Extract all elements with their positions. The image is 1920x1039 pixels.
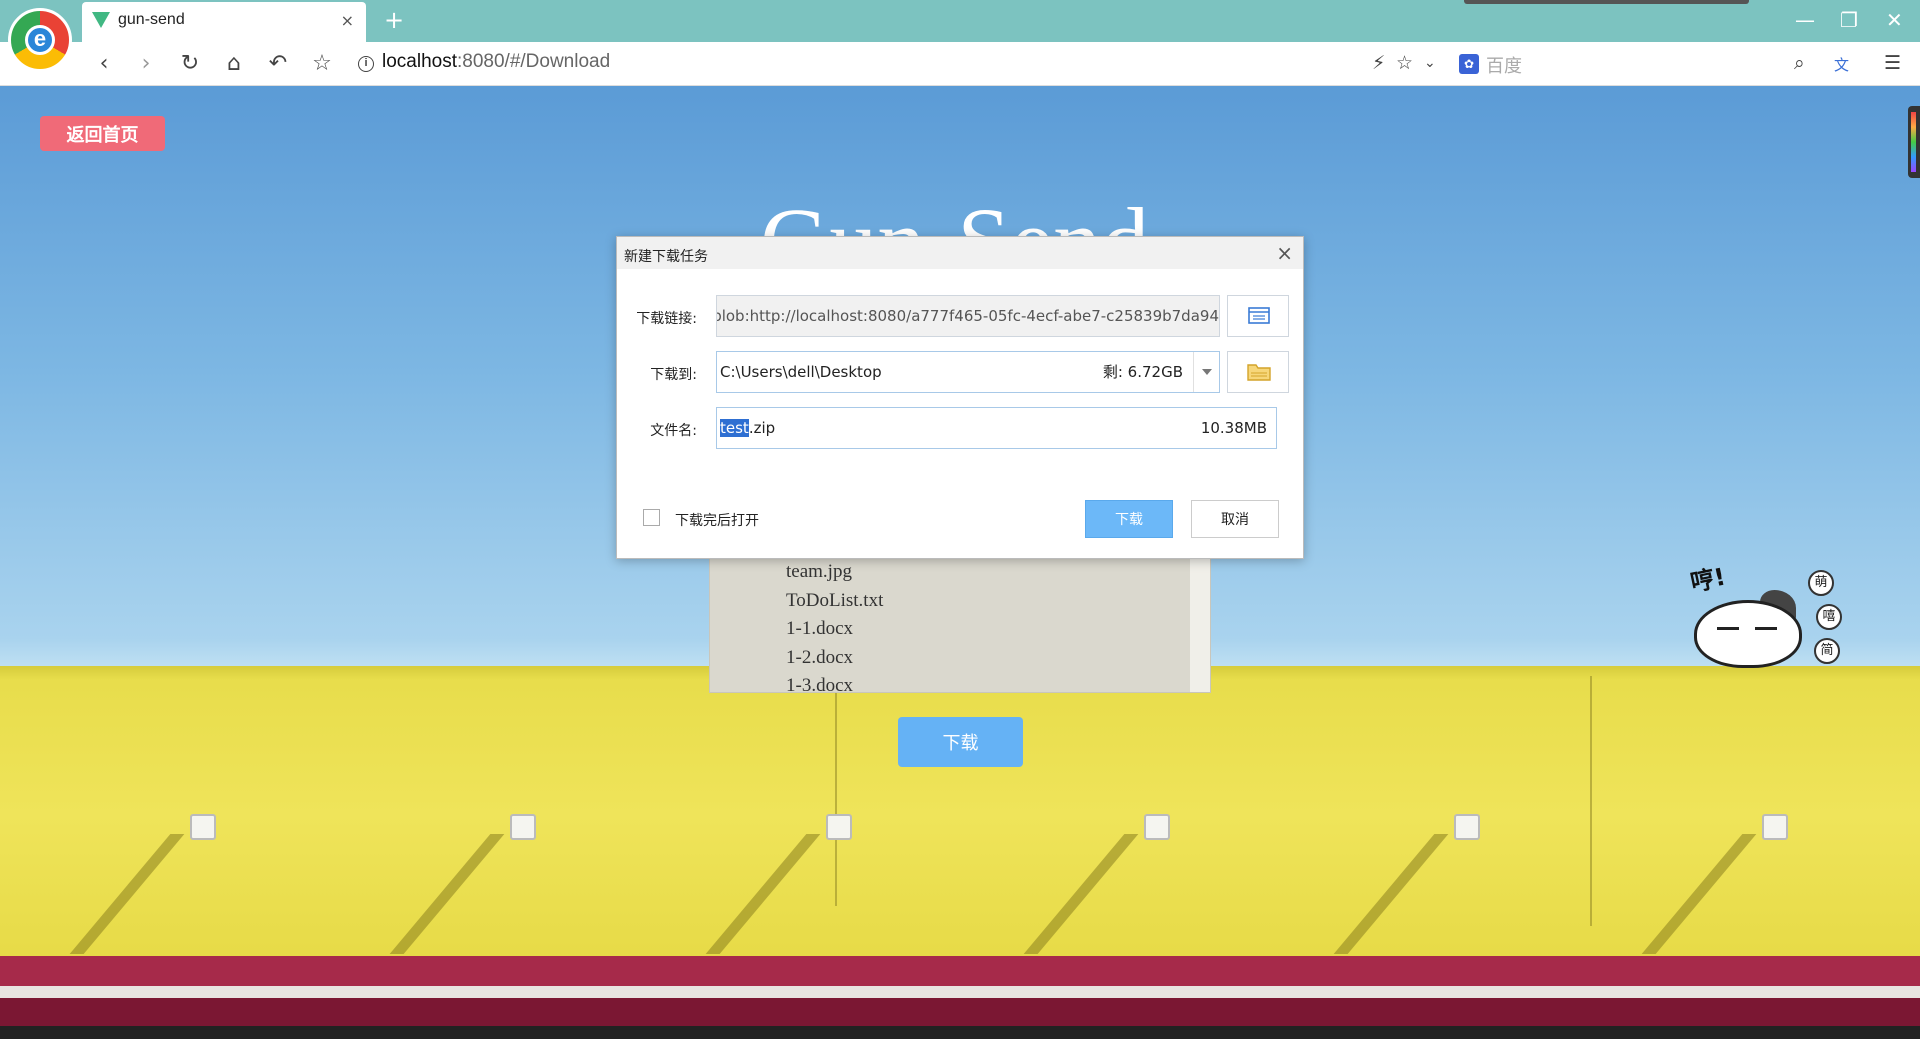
wall-lamp bbox=[510, 814, 536, 840]
url-host: localhost bbox=[382, 51, 457, 72]
file-list-item[interactable]: ToDoList.txt bbox=[786, 590, 883, 612]
tab-close-icon[interactable]: × bbox=[341, 11, 354, 30]
filename-selection: test bbox=[720, 419, 749, 437]
tab-title: gun-send bbox=[118, 11, 185, 28]
chevron-down-icon[interactable]: ⌄ bbox=[1424, 55, 1436, 71]
menu-icon[interactable]: ☰ bbox=[1884, 52, 1901, 74]
dialog-cancel-button[interactable]: 取消 bbox=[1191, 500, 1279, 538]
new-tab-icon[interactable]: + bbox=[384, 6, 404, 34]
file-size-text: 10.38MB bbox=[1200, 419, 1267, 437]
dialog-close-icon[interactable]: × bbox=[1276, 241, 1293, 265]
titlebar-overlay bbox=[1464, 0, 1749, 4]
info-icon[interactable]: i bbox=[358, 56, 374, 72]
file-list[interactable]: team.jpg ToDoList.txt 1-1.docx 1-2.docx … bbox=[709, 552, 1211, 693]
file-list-item[interactable]: 1-2.docx bbox=[786, 647, 853, 669]
download-button[interactable]: 下载 bbox=[898, 717, 1023, 767]
baidu-paw-icon: ✿ bbox=[1459, 54, 1479, 74]
dialog-header: 新建下载任务 × bbox=[617, 237, 1303, 269]
copy-url-button[interactable] bbox=[1227, 295, 1289, 337]
wall-lamp bbox=[1454, 814, 1480, 840]
browser-toolbar: ‹ › ↻ ⌂ ↶ ☆ i localhost:8080/#/Download … bbox=[0, 42, 1920, 86]
file-list-scrollbar[interactable] bbox=[1190, 553, 1210, 692]
url-path: :8080/#/Download bbox=[457, 51, 611, 72]
window-close-icon[interactable]: ✕ bbox=[1886, 8, 1903, 32]
file-list-item[interactable]: 1-1.docx bbox=[786, 618, 853, 640]
favorite-star-icon[interactable]: ☆ bbox=[1396, 52, 1413, 74]
download-url-value: blob:http://localhost:8080/a777f465-05fc… bbox=[716, 307, 1219, 325]
lightning-icon[interactable]: ⚡ bbox=[1372, 52, 1385, 74]
download-url-field[interactable]: blob:http://localhost:8080/a777f465-05fc… bbox=[716, 295, 1220, 337]
minimize-icon[interactable]: — bbox=[1795, 8, 1815, 32]
window-icon bbox=[1248, 307, 1270, 324]
open-after-download-checkbox[interactable] bbox=[643, 509, 660, 526]
dialog-download-button[interactable]: 下载 bbox=[1085, 500, 1173, 538]
save-path-value: C:\Users\dell\Desktop bbox=[720, 363, 882, 381]
browser-logo-letter: e bbox=[33, 26, 47, 51]
folder-icon bbox=[1247, 364, 1271, 381]
search-icon[interactable]: ⌕ bbox=[1794, 52, 1805, 74]
translate-icon[interactable]: 文 bbox=[1834, 54, 1849, 75]
search-input[interactable]: 百度 bbox=[1486, 52, 1522, 78]
mascot-badge: 萌 bbox=[1808, 570, 1834, 596]
browse-folder-button[interactable] bbox=[1227, 351, 1289, 393]
awning bbox=[0, 956, 1920, 986]
side-panel-handle[interactable] bbox=[1908, 106, 1920, 178]
dropdown-arrow-icon[interactable] bbox=[1193, 352, 1219, 392]
husky-face-icon bbox=[1694, 600, 1802, 668]
browser-logo: e bbox=[8, 8, 72, 72]
new-download-dialog: 新建下载任务 × 下载链接: blob:http://localhost:808… bbox=[616, 236, 1304, 559]
reload-icon[interactable]: ↻ bbox=[176, 50, 204, 78]
save-to-label: 下载到: bbox=[650, 367, 697, 383]
restore-icon[interactable]: ❐ bbox=[1840, 8, 1858, 32]
mascot-text: 哼! bbox=[1687, 562, 1729, 598]
bookmark-star-icon[interactable]: ☆ bbox=[308, 50, 336, 78]
browser-titlebar: gun-send × + — ❐ ✕ bbox=[0, 0, 1920, 42]
filename-label: 文件名: bbox=[650, 423, 697, 439]
mascot-badge: 嘻 bbox=[1816, 604, 1842, 630]
home-icon[interactable]: ⌂ bbox=[220, 50, 248, 78]
wall-lamp bbox=[190, 814, 216, 840]
mascot-badge: 简 bbox=[1814, 638, 1840, 664]
wall-lamp bbox=[1762, 814, 1788, 840]
filename-extension: .zip bbox=[748, 419, 776, 437]
dialog-title: 新建下载任务 bbox=[624, 249, 708, 265]
save-path-select[interactable]: C:\Users\dell\Desktop 剩: 6.72GB bbox=[716, 351, 1220, 393]
filename-input[interactable]: test.zip 10.38MB bbox=[716, 407, 1277, 449]
url-label: 下载链接: bbox=[636, 311, 697, 327]
page-content: Gun-Send 返回首页 team.jpg ToDoList.txt 1-1.… bbox=[0, 86, 1920, 1039]
file-list-item[interactable]: team.jpg bbox=[786, 561, 852, 583]
wall-lamp bbox=[826, 814, 852, 840]
free-space-text: 剩: 6.72GB bbox=[1102, 363, 1183, 381]
browser-tab[interactable]: gun-send × bbox=[82, 2, 366, 42]
open-after-download-label[interactable]: 下载完后打开 bbox=[675, 510, 759, 530]
back-home-button[interactable]: 返回首页 bbox=[40, 116, 165, 151]
back-icon[interactable]: ‹ bbox=[90, 50, 118, 78]
address-bar[interactable]: localhost:8080/#/Download bbox=[382, 51, 610, 73]
vue-favicon-icon bbox=[92, 12, 110, 28]
file-list-item[interactable]: 1-3.docx bbox=[786, 675, 853, 692]
forward-icon[interactable]: › bbox=[132, 50, 160, 78]
undo-close-icon[interactable]: ↶ bbox=[264, 50, 292, 78]
wall-lamp bbox=[1144, 814, 1170, 840]
husky-mascot: 哼! 萌 嘻 简 bbox=[1687, 560, 1860, 670]
